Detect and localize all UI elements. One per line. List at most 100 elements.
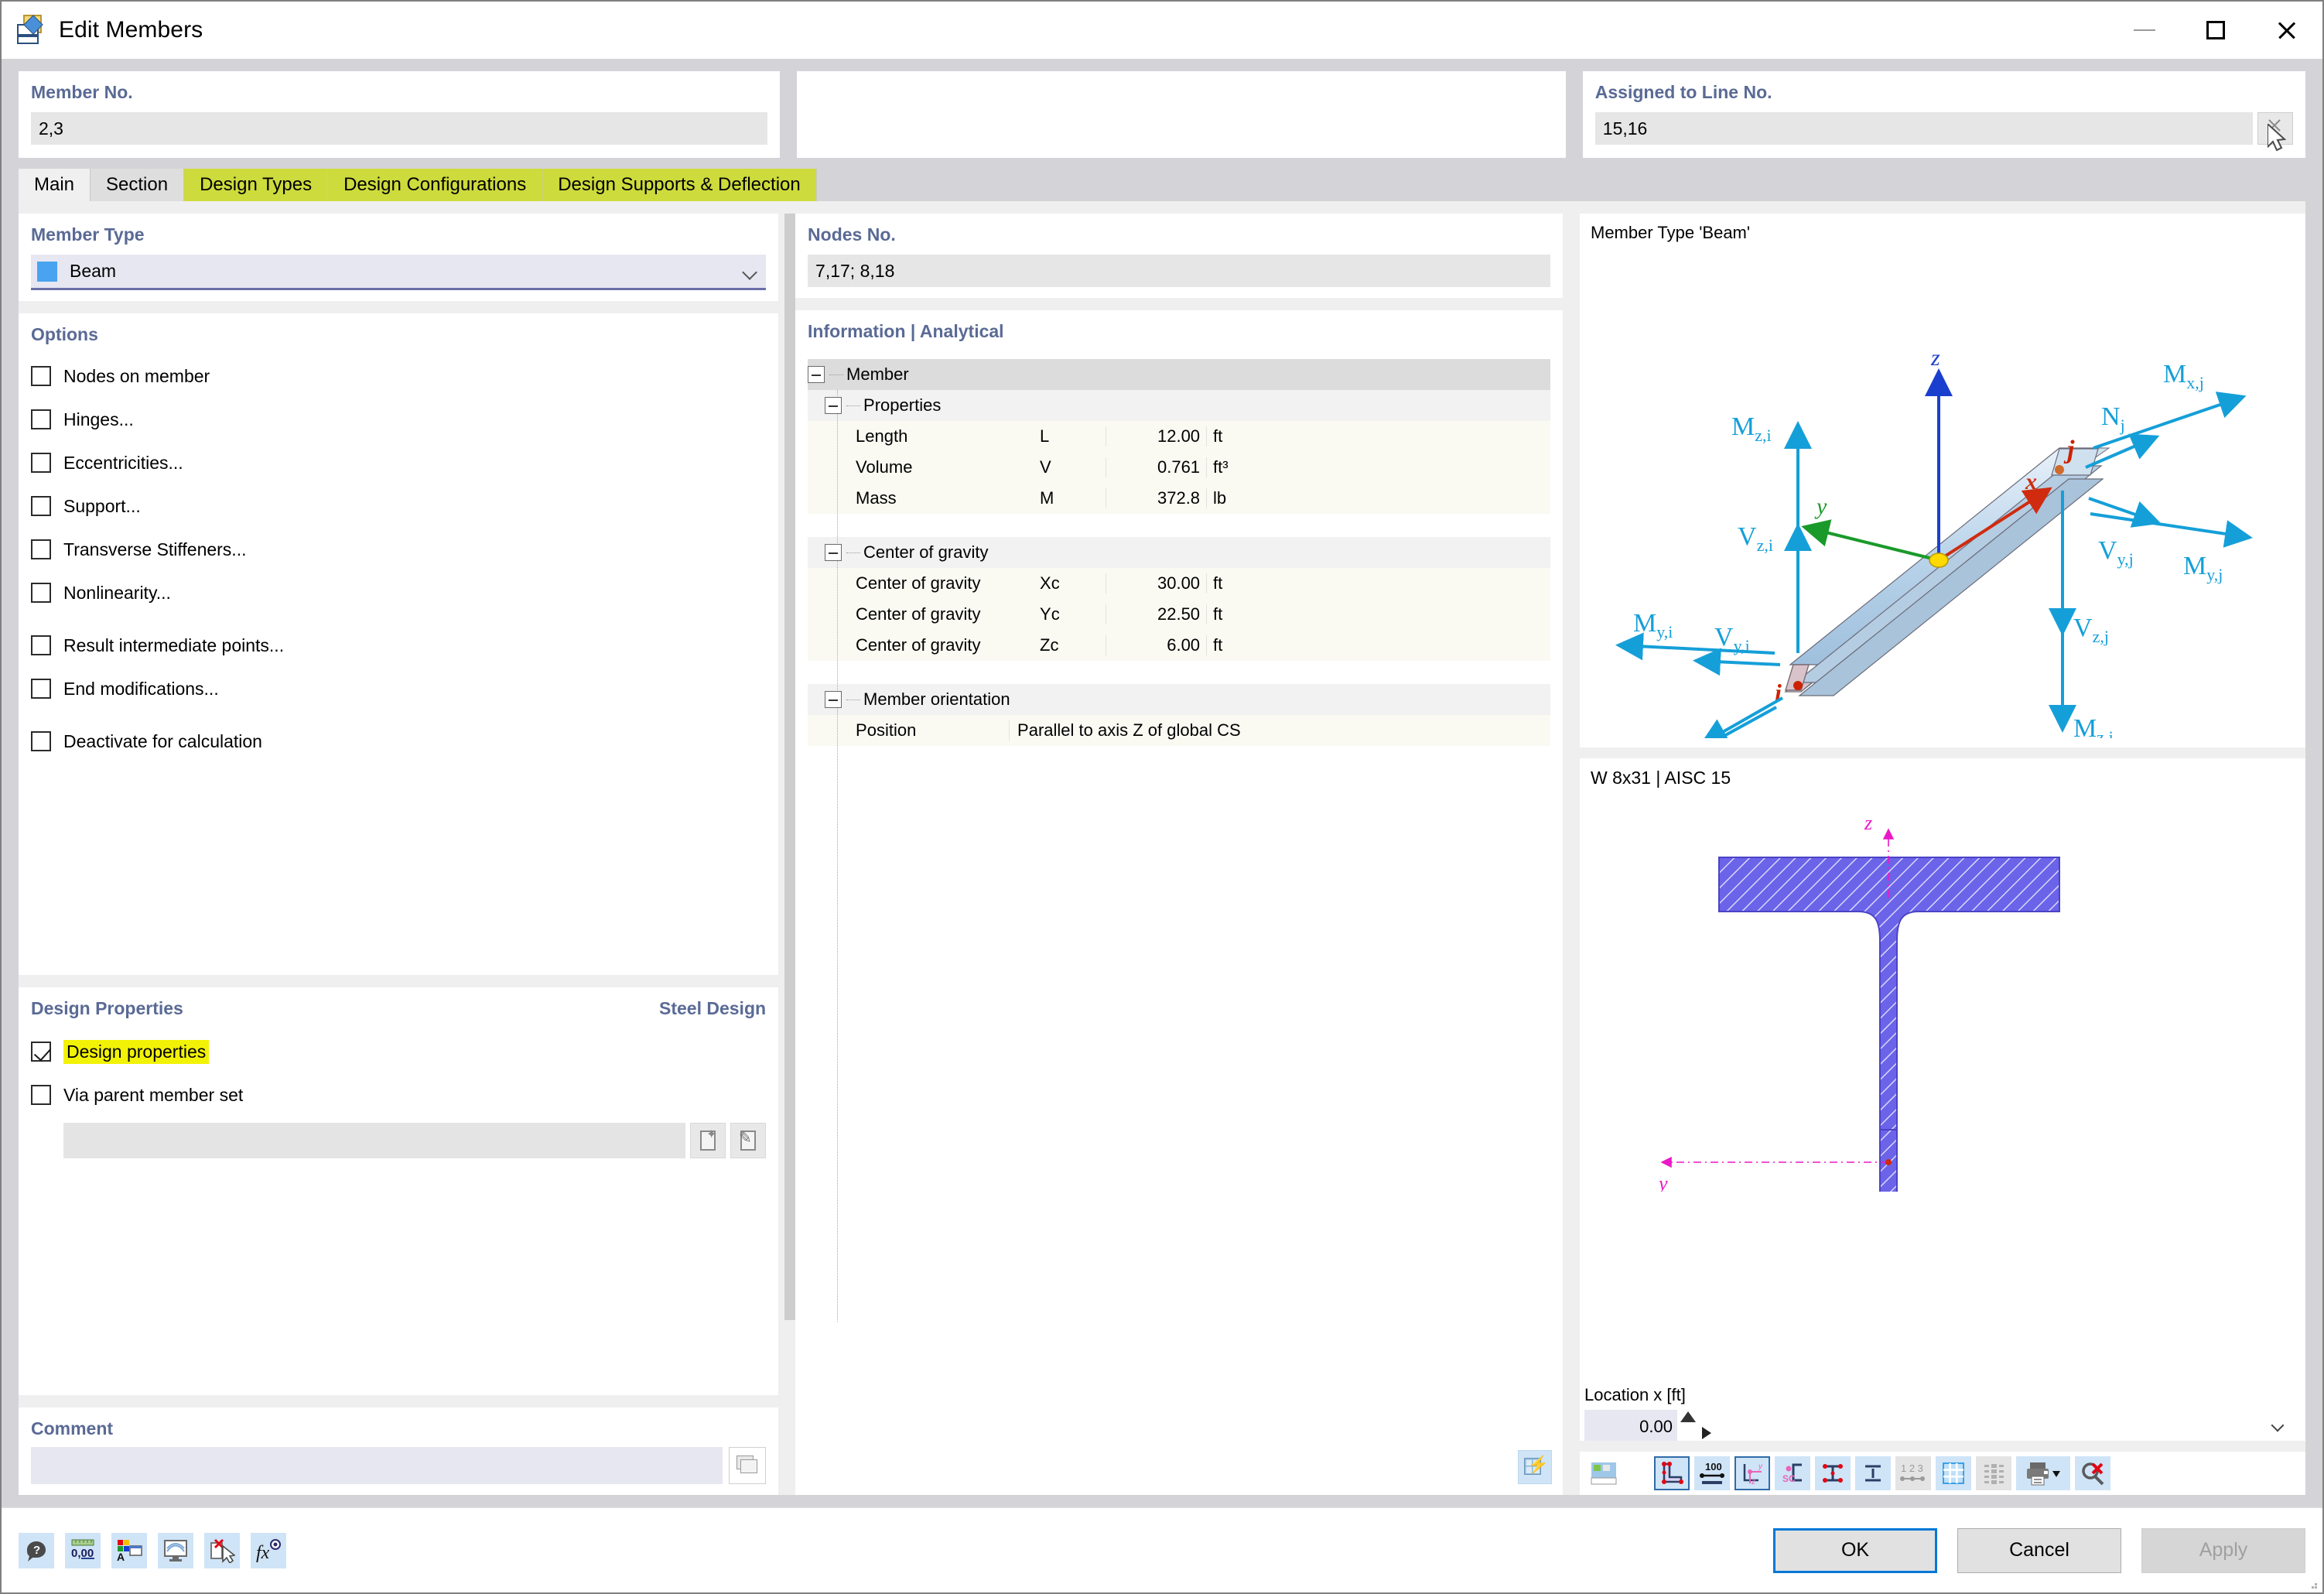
row-symbol: L: [1040, 426, 1050, 446]
shear-center-icon[interactable]: SC: [1775, 1456, 1810, 1490]
option-via-parent-member-set[interactable]: Via parent member set: [31, 1079, 766, 1110]
right-column: Member Type 'Beam' z y x i j Mz,i Vz,i M…: [1580, 214, 2305, 1495]
tab-design-configurations[interactable]: Design Configurations: [328, 169, 543, 201]
tab-section[interactable]: Section: [91, 169, 185, 201]
svg-text:y: y: [1758, 1462, 1763, 1471]
checkbox-icon[interactable]: [31, 409, 51, 429]
play-next-icon[interactable]: [1702, 1427, 1711, 1439]
comment-input[interactable]: [31, 1447, 723, 1484]
ok-button[interactable]: OK: [1773, 1527, 1937, 1573]
tab-design-types[interactable]: Design Types: [184, 169, 329, 201]
option-deactivate-for-calculation[interactable]: Deactivate for calculation: [31, 726, 766, 757]
numbering-123-icon[interactable]: 1 2 3: [1895, 1456, 1931, 1490]
checkbox-icon[interactable]: [31, 679, 51, 699]
checkbox-icon[interactable]: [31, 1085, 51, 1105]
information-label: Information | Analytical: [808, 321, 1004, 341]
chevron-down-icon[interactable]: [2271, 1418, 2285, 1432]
option-transverse-stiffeners[interactable]: Transverse Stiffeners...: [31, 534, 766, 565]
member-no-field[interactable]: 2,3: [31, 112, 767, 145]
axes-yz-icon[interactable]: yz: [1734, 1456, 1770, 1490]
table-row: Volume V 0.761 ft³: [808, 452, 1550, 483]
spinner-up-icon[interactable]: [1679, 1407, 1697, 1436]
zoom-reset-icon[interactable]: [2075, 1456, 2110, 1490]
checkbox-checked-icon[interactable]: [31, 1042, 51, 1062]
label-Myj: My,j: [2183, 552, 2223, 584]
mouse-cursor-icon: [2268, 124, 2287, 152]
section-points-icon[interactable]: [1815, 1456, 1851, 1490]
middle-column: Nodes No. 7,17; 8,18 Information | Analy…: [784, 214, 1563, 1495]
help-bubble-icon[interactable]: ?: [19, 1532, 54, 1568]
tree-label: Properties: [863, 395, 942, 415]
minimize-button[interactable]: [2109, 2, 2180, 59]
member-type-color-swatch: [37, 261, 57, 282]
assigned-line-field[interactable]: 15,16: [1594, 112, 2254, 145]
label-Mzi: Mz,i: [1731, 412, 1772, 445]
cross-section-drawing: z y: [1656, 812, 2060, 1192]
close-button[interactable]: [2251, 2, 2322, 59]
edit-page-icon[interactable]: ✎: [730, 1123, 767, 1158]
render-view-icon[interactable]: [1586, 1456, 1622, 1490]
tree-row-member-orientation[interactable]: Member orientation: [808, 684, 1550, 715]
tree-row-center-of-gravity[interactable]: Center of gravity: [808, 537, 1550, 568]
label-Myi: My,i: [1633, 609, 1673, 641]
delete-object-icon[interactable]: [204, 1532, 240, 1568]
checkbox-icon[interactable]: [31, 539, 51, 559]
row-label: Volume: [856, 457, 913, 477]
collapse-icon[interactable]: [825, 691, 842, 708]
title-bar: Edit Members: [2, 2, 2322, 59]
checkbox-icon[interactable]: [31, 731, 51, 751]
tree-row-member[interactable]: Member: [808, 359, 1550, 390]
parent-member-set-field[interactable]: [63, 1123, 686, 1158]
collapse-icon[interactable]: [825, 544, 842, 561]
tree-label: Member: [846, 364, 909, 384]
maximize-button[interactable]: [2180, 2, 2251, 59]
new-page-icon[interactable]: ✦: [690, 1123, 726, 1158]
beam-3d-shape: [1784, 447, 2110, 696]
option-hinges[interactable]: Hinges...: [31, 404, 766, 435]
grid-icon[interactable]: [1936, 1456, 1971, 1490]
cancel-button[interactable]: Cancel: [1957, 1527, 2121, 1573]
checkbox-icon[interactable]: [31, 453, 51, 473]
nodes-no-panel: Nodes No. 7,17; 8,18: [795, 214, 1563, 298]
option-nodes-on-member[interactable]: Nodes on member: [31, 361, 766, 392]
nodes-no-field[interactable]: 7,17; 8,18: [808, 255, 1550, 287]
print-icon[interactable]: [2016, 1456, 2070, 1490]
option-end-modifications[interactable]: End modifications...: [31, 673, 766, 704]
windows-stack-icon[interactable]: [729, 1447, 767, 1484]
formula-fx-icon[interactable]: fx: [251, 1532, 286, 1568]
units-0-00-icon[interactable]: 0,00: [65, 1532, 101, 1568]
table-row: Center of gravity Yc 22.50 ft: [808, 599, 1550, 630]
checkbox-icon[interactable]: [31, 496, 51, 516]
checkbox-icon[interactable]: [31, 366, 51, 386]
colors-display-icon[interactable]: A: [111, 1532, 147, 1568]
option-nonlinearity[interactable]: Nonlinearity...: [31, 577, 766, 608]
svg-text:SC: SC: [1782, 1473, 1796, 1484]
tree-label: Member orientation: [863, 689, 1010, 709]
option-design-properties[interactable]: Design properties: [31, 1036, 766, 1067]
tab-design-supports-deflection[interactable]: Design Supports & Deflection: [542, 169, 817, 201]
resize-grip-icon[interactable]: [2307, 1575, 2318, 1589]
option-label: Eccentricities...: [63, 452, 183, 473]
option-support[interactable]: Support...: [31, 491, 766, 522]
left-column: Member Type Beam Options Nodes on member: [19, 214, 779, 1495]
stress-points-icon[interactable]: [1976, 1456, 2011, 1490]
visual-object-icon[interactable]: [158, 1532, 193, 1568]
mid-scrollbar[interactable]: [784, 214, 796, 1495]
location-input[interactable]: 0.00: [1584, 1410, 1677, 1441]
option-eccentricities[interactable]: Eccentricities...: [31, 447, 766, 478]
member-type-select[interactable]: Beam: [31, 255, 767, 290]
tree-row-properties[interactable]: Properties: [808, 390, 1550, 421]
collapse-icon[interactable]: [825, 397, 842, 414]
pick-x-icon[interactable]: [2257, 112, 2294, 152]
section-polygon-icon[interactable]: [1654, 1456, 1690, 1490]
table-row: Center of gravity Xc 30.00 ft: [808, 568, 1550, 599]
section-parts-icon[interactable]: [1855, 1456, 1891, 1490]
tab-main[interactable]: Main: [19, 169, 91, 201]
dimension-100-icon[interactable]: 100: [1694, 1456, 1730, 1490]
row-value: 22.50: [1106, 604, 1206, 624]
option-result-intermediate-points[interactable]: Result intermediate points...: [31, 630, 766, 661]
collapse-icon[interactable]: [808, 366, 825, 383]
table-lightning-icon[interactable]: ⚡: [1518, 1450, 1552, 1484]
checkbox-icon[interactable]: [31, 583, 51, 603]
checkbox-icon[interactable]: [31, 635, 51, 655]
